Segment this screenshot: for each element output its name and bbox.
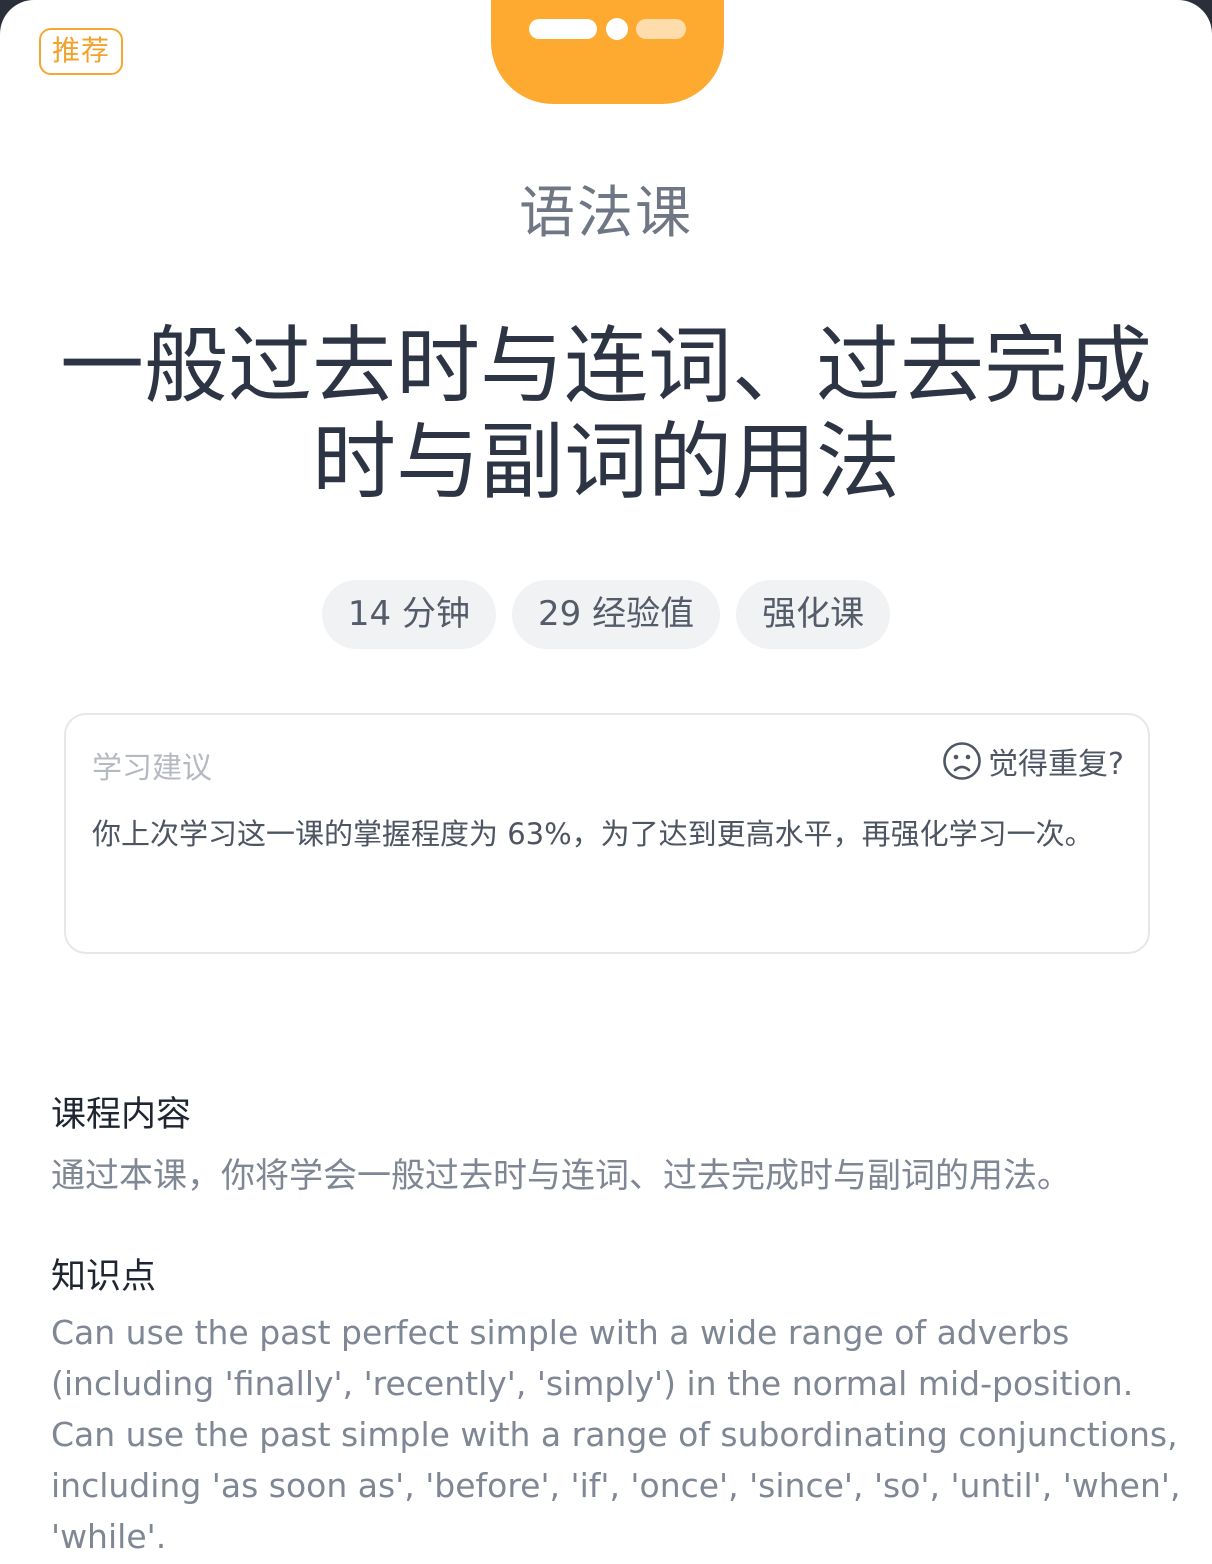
lesson-detail-sheet: 推荐 语法课 一般过去时与连词、过去完成 时与副词的用法 14 分钟 29 经验… xyxy=(0,0,1212,1564)
recommended-badge: 推荐 xyxy=(39,28,123,75)
lesson-title-line: 时与副词的用法 xyxy=(311,413,900,511)
hero-indicator-bar xyxy=(529,19,597,39)
feels-repetitive-label: 觉得重复? xyxy=(988,747,1124,782)
lesson-title-line: 一般过去时与连词、过去完成 xyxy=(60,317,1153,415)
experience-tag: 29 经验值 xyxy=(512,580,721,649)
course-content-text: 通过本课，你将学会一般过去时与连词、过去完成时与副词的用法。 xyxy=(51,1156,1071,1196)
knowledge-line: including 'as soon as', 'before', 'if', … xyxy=(51,1466,1181,1505)
knowledge-points-heading: 知识点 xyxy=(51,1257,157,1297)
knowledge-line: (including 'finally', 'recently', 'simpl… xyxy=(51,1364,1134,1403)
knowledge-line: 'while'. xyxy=(51,1517,167,1556)
lesson-hero-image xyxy=(491,0,724,104)
knowledge-line: Can use the past simple with a range of … xyxy=(51,1415,1178,1454)
lesson-tags: 14 分钟 29 经验值 强化课 xyxy=(0,580,1212,649)
hero-indicator-bar xyxy=(636,19,686,39)
study-advice-label: 学习建议 xyxy=(92,751,212,786)
knowledge-points-text: Can use the past perfect simple with a w… xyxy=(51,1307,1181,1562)
lesson-title: 一般过去时与连词、过去完成 时与副词的用法 xyxy=(60,318,1152,510)
sad-face-icon xyxy=(942,741,982,781)
duration-tag: 14 分钟 xyxy=(321,580,496,649)
knowledge-line: Can use the past perfect simple with a w… xyxy=(51,1313,1070,1352)
hero-indicator-dot xyxy=(606,18,628,40)
feels-repetitive-button[interactable]: 觉得重复? xyxy=(942,739,1124,783)
study-advice-text: 你上次学习这一课的掌握程度为 63%，为了达到更高水平，再强化学习一次。 xyxy=(92,817,1094,851)
course-content-heading: 课程内容 xyxy=(51,1095,192,1135)
study-advice-card: 学习建议 觉得重复? 你上次学习这一课的掌握程度为 63%，为了达到更高水平，再… xyxy=(64,713,1150,954)
lesson-category: 语法课 xyxy=(519,181,693,246)
lesson-type-tag: 强化课 xyxy=(736,580,891,649)
